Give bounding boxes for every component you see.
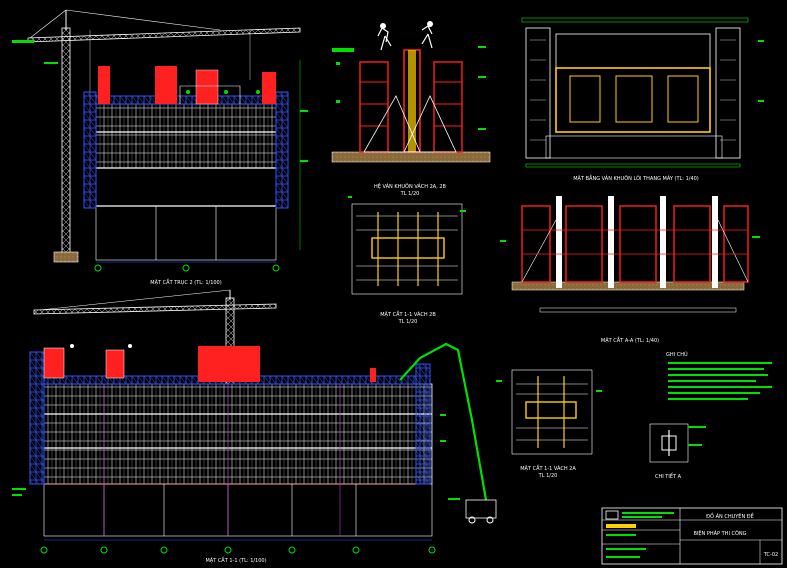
formwork-block bbox=[195, 69, 219, 105]
view-caption: MẶT BẰNG VÁN KHUÔN LÕI THANG MÁY (TL: 1/… bbox=[573, 174, 699, 182]
formwork-block bbox=[105, 349, 125, 379]
title-block: ĐỒ ÁN CHUYÊN ĐỀ BIỆN PHÁP THI CÔNG TC-02 bbox=[601, 507, 783, 565]
formwork-block bbox=[262, 72, 276, 104]
formwork-block bbox=[198, 346, 260, 382]
sheet-title: BIỆN PHÁP THI CÔNG bbox=[693, 529, 746, 537]
cad-drawing-sheet: MẶT CẮT TRỤC 2 (TL: 1/100) HỆ VÁN KHUÔN … bbox=[12, 9, 783, 565]
crane-jib bbox=[33, 303, 277, 315]
wall-form-panel bbox=[359, 61, 389, 153]
formwork-block bbox=[98, 66, 110, 104]
view-wall-formwork: HỆ VÁN KHUÔN VÁCH 2A, 2B TL 1/20 bbox=[331, 21, 491, 197]
view-elevation-bottom: MẶT CẮT 1-1 (TL: 1/100) bbox=[12, 289, 497, 564]
building-body bbox=[43, 383, 433, 485]
scaffold-right bbox=[415, 363, 431, 485]
project-name: ĐỒ ÁN CHUYÊN ĐỀ bbox=[706, 511, 754, 520]
concrete-pump-truck bbox=[465, 499, 497, 519]
view-caption: HỆ VÁN KHUÔN VÁCH 2A, 2B bbox=[374, 182, 447, 190]
scaffold-left bbox=[29, 351, 45, 485]
view-elevation-top: MẶT CẮT TRỤC 2 (TL: 1/100) bbox=[12, 9, 308, 286]
view-detail-a: CHI TIẾT A bbox=[649, 423, 706, 480]
notes-title: GHI CHÚ bbox=[666, 351, 688, 358]
view-caption: MẶT CẮT TRỤC 2 (TL: 1/100) bbox=[150, 278, 221, 286]
view-scale: TL 1/20 bbox=[398, 319, 418, 325]
view-elevator-core-plan: MẶT BẰNG VÁN KHUÔN LÕI THANG MÁY (TL: 1/… bbox=[521, 17, 764, 182]
building-upper-floors bbox=[95, 103, 277, 169]
wall-form-panel bbox=[433, 61, 463, 153]
logo-icon bbox=[605, 510, 619, 520]
view-caption: MẶT CẮT A-A (TL: 1/40) bbox=[601, 336, 659, 344]
sheet-number: TC-02 bbox=[763, 552, 778, 558]
scaffold-left bbox=[83, 91, 97, 209]
formwork-block bbox=[43, 347, 65, 379]
view-section-a-a: MẶT CẮT A-A (TL: 1/40) bbox=[500, 196, 760, 344]
view-section-1-1-2b: MẶT CẮT 1-1 VÁCH 2B TL 1/20 bbox=[348, 196, 466, 325]
view-caption: CHI TIẾT A bbox=[655, 472, 682, 480]
view-caption: MẶT CẮT 1-1 VÁCH 2A bbox=[520, 464, 576, 472]
view-section-1-1-2a: MẶT CẮT 1-1 VÁCH 2A TL 1/20 bbox=[496, 369, 602, 479]
view-scale: TL 1/20 bbox=[538, 473, 558, 479]
notes-block: GHI CHÚ bbox=[666, 351, 772, 400]
worker-figure bbox=[421, 25, 433, 49]
view-caption: MẶT CẮT 1-1 (TL: 1/100) bbox=[205, 556, 266, 564]
view-caption: MẶT CẮT 1-1 VÁCH 2B bbox=[380, 310, 436, 318]
crane-mast bbox=[61, 27, 71, 257]
formwork-block bbox=[155, 66, 177, 104]
worker-figure bbox=[377, 27, 392, 51]
view-scale: TL 1/20 bbox=[400, 191, 420, 197]
scaffold-right bbox=[275, 91, 289, 209]
